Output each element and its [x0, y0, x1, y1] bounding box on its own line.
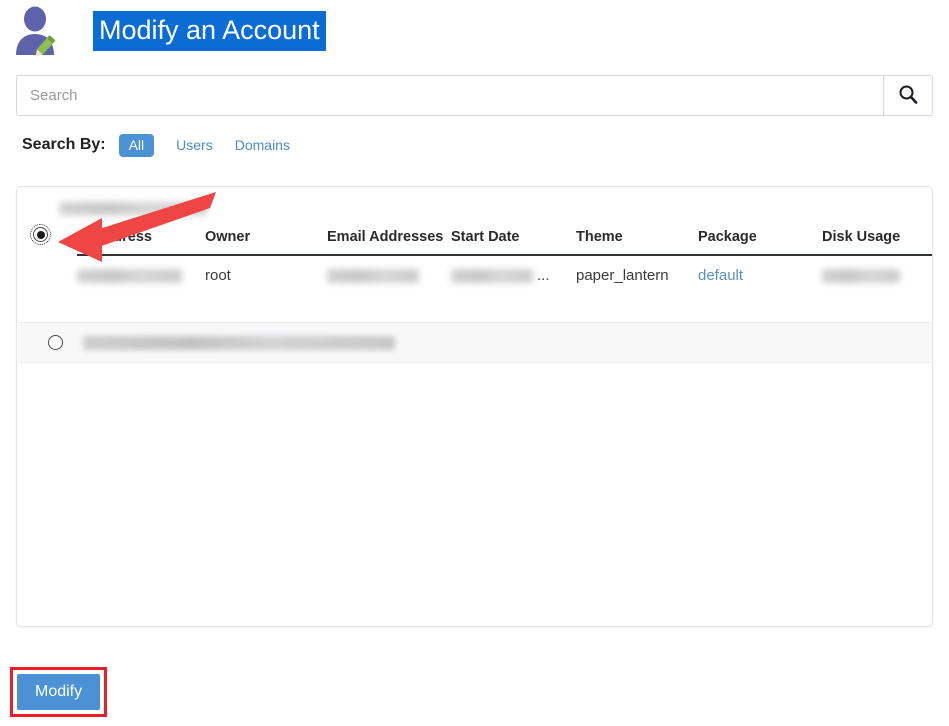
row-select-cell	[30, 224, 77, 255]
search-input[interactable]	[16, 75, 883, 116]
filter-domains[interactable]: Domains	[235, 137, 290, 153]
radio-account-2[interactable]	[48, 335, 63, 350]
redacted-text	[822, 269, 900, 284]
accounts-table: IP Address Owner Email Addresses Start D…	[30, 224, 932, 295]
redacted-text	[327, 269, 419, 284]
search-bar	[16, 75, 933, 116]
cell-theme: paper_lantern	[576, 267, 669, 284]
column-header-theme[interactable]: Theme	[576, 227, 698, 256]
cell-owner: root	[205, 267, 231, 284]
account-group-label	[59, 200, 207, 218]
column-header-owner[interactable]: Owner	[205, 227, 327, 256]
page-title: Modify an Account	[93, 10, 326, 52]
redacted-text	[77, 269, 182, 284]
table-row: root ... paper_lantern default	[33, 255, 932, 295]
cell-package: default	[698, 255, 822, 295]
redacted-text	[59, 202, 207, 216]
redacted-domain-text	[83, 335, 395, 350]
user-edit-icon	[10, 5, 66, 57]
cell-ip-address	[77, 255, 205, 295]
page-header: Modify an Account	[0, 0, 326, 62]
cell-start-date-ellipsis: ...	[537, 267, 550, 284]
column-header-ip-address[interactable]: IP Address	[77, 227, 205, 256]
filter-users[interactable]: Users	[176, 137, 213, 153]
accounts-table-wrap: IP Address Owner Email Addresses Start D…	[30, 224, 932, 295]
cell-disk-usage	[822, 255, 932, 295]
radio-account-1[interactable]	[30, 224, 51, 245]
filter-all[interactable]: All	[118, 133, 155, 157]
page-root: Modify an Account Search By: All Users D…	[0, 0, 949, 726]
list-item[interactable]	[18, 322, 931, 363]
table-header-row: IP Address Owner Email Addresses Start D…	[30, 224, 932, 256]
modify-button[interactable]: Modify	[17, 674, 101, 710]
column-header-package[interactable]: Package	[698, 227, 822, 256]
cell-start-date: ...	[451, 255, 576, 295]
column-header-email-addresses[interactable]: Email Addresses	[327, 227, 451, 256]
cell-email-addresses	[327, 255, 451, 295]
row-spacer	[33, 255, 77, 295]
modify-button-highlight: Modify	[10, 667, 108, 717]
search-button[interactable]	[883, 75, 933, 116]
column-header-start-date[interactable]: Start Date	[451, 227, 576, 256]
redacted-text	[451, 269, 533, 284]
column-header-disk-usage[interactable]: Disk Usage	[822, 227, 932, 256]
search-icon	[898, 84, 918, 107]
search-by-filters: Search By: All Users Domains	[22, 132, 290, 158]
search-by-label: Search By:	[22, 136, 106, 153]
package-link[interactable]: default	[698, 267, 743, 284]
accounts-panel: IP Address Owner Email Addresses Start D…	[16, 186, 933, 627]
